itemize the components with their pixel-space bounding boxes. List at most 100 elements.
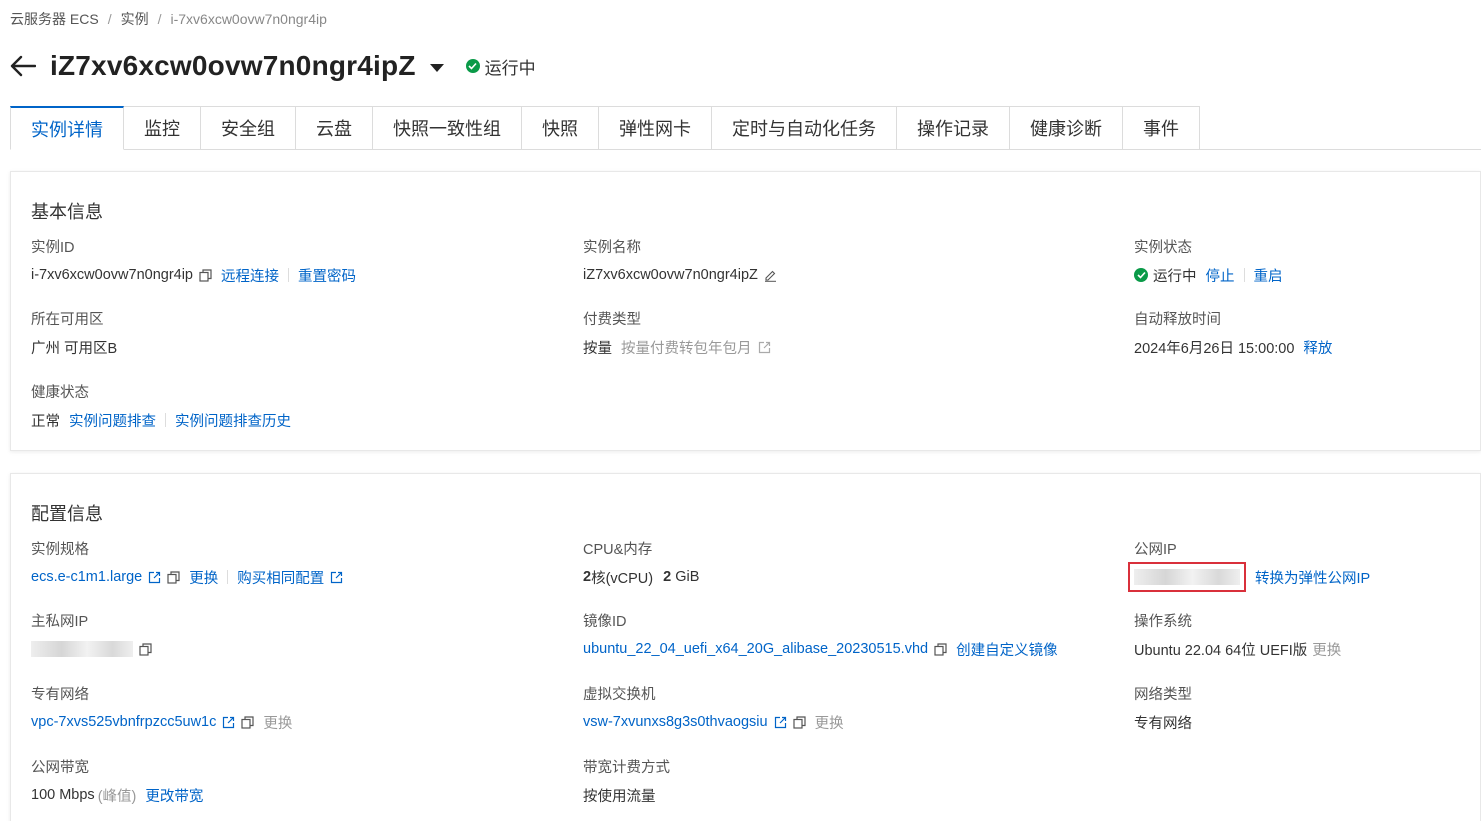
- spec-field: 实例规格 ecs.e-c1m1.large 更换 购买相同配置: [31, 541, 343, 587]
- change-os-link[interactable]: 更换: [1312, 639, 1341, 660]
- change-vswitch-link[interactable]: 更换: [815, 712, 844, 733]
- field-label: 操作系统: [1134, 614, 1192, 630]
- divider: [165, 413, 166, 427]
- bandwidth-value: 100 Mbps: [31, 787, 95, 803]
- field-label: 所在可用区: [31, 312, 104, 328]
- network-type-field: 网络类型 专有网络: [1134, 686, 1192, 732]
- instance-name-value: iZ7xv6xcw0ovw7n0ngr4ipZ: [583, 267, 758, 283]
- copy-icon[interactable]: [199, 268, 212, 282]
- billing-value: 按量: [583, 340, 612, 357]
- change-vpc-link[interactable]: 更换: [263, 712, 292, 733]
- buy-same-config-link[interactable]: 购买相同配置: [237, 567, 324, 588]
- status-text: 运行中: [484, 58, 536, 78]
- private-ip-field: 主私网IP: [31, 613, 152, 659]
- field-label: 带宽计费方式: [583, 760, 670, 776]
- breadcrumb-instances[interactable]: 实例: [121, 9, 149, 29]
- field-label: 公网IP: [1134, 542, 1177, 558]
- basic-info-title: 基本信息: [31, 202, 103, 222]
- field-label: 实例名称: [583, 240, 641, 256]
- external-link-icon[interactable]: [330, 571, 343, 584]
- field-label: 实例状态: [1134, 240, 1192, 256]
- vpc-link[interactable]: vpc-7xvs525vbnfrpzcc5uw1c: [31, 714, 216, 730]
- troubleshoot-history-link[interactable]: 实例问题排查历史: [175, 410, 291, 431]
- spec-value-link[interactable]: ecs.e-c1m1.large: [31, 569, 142, 585]
- memory-unit: GiB: [675, 569, 700, 585]
- instance-status-value: 运行中: [1153, 268, 1197, 285]
- image-id-link[interactable]: ubuntu_22_04_uefi_x64_20G_alibase_202305…: [583, 641, 928, 657]
- tab-instance-details[interactable]: 实例详情: [10, 106, 124, 150]
- breadcrumb-ecs[interactable]: 云服务器 ECS: [10, 9, 99, 29]
- tab-scheduled-tasks[interactable]: 定时与自动化任务: [712, 106, 897, 150]
- copy-icon[interactable]: [139, 642, 152, 656]
- vswitch-link[interactable]: vsw-7xvunxs8g3s0thvaogsiu: [583, 714, 768, 730]
- copy-icon[interactable]: [167, 570, 180, 584]
- convert-to-eip-link[interactable]: 转换为弹性公网IP: [1255, 567, 1370, 588]
- copy-icon[interactable]: [792, 715, 806, 729]
- zone-value: 广州 可用区B: [31, 340, 118, 357]
- tab-snapshot-consistency-group[interactable]: 快照一致性组: [373, 106, 522, 150]
- basic-info-panel: 基本信息 实例ID i-7xv6xcw0ovw7n0ngr4ip 远程连接 重置…: [10, 171, 1481, 451]
- field-label: 自动释放时间: [1134, 312, 1221, 328]
- field-label: 镜像ID: [583, 614, 627, 630]
- public-ip-redacted: [1134, 569, 1240, 585]
- troubleshoot-link[interactable]: 实例问题排查: [69, 410, 156, 431]
- tab-security-group[interactable]: 安全组: [201, 106, 296, 150]
- edit-icon[interactable]: [764, 269, 777, 282]
- cpu-unit: 核(vCPU): [591, 570, 654, 587]
- tab-monitoring[interactable]: 监控: [124, 106, 201, 150]
- change-bandwidth-link[interactable]: 更改带宽: [145, 785, 203, 806]
- copy-icon[interactable]: [241, 715, 254, 729]
- change-spec-link[interactable]: 更换: [189, 567, 218, 588]
- os-field: 操作系统 Ubuntu 22.04 64位 UEFI版 更换: [1134, 613, 1341, 659]
- check-circle-icon: [1134, 268, 1148, 282]
- external-link-icon[interactable]: [758, 341, 771, 354]
- divider: [288, 268, 289, 282]
- restart-link[interactable]: 重启: [1254, 265, 1283, 286]
- breadcrumb-separator: /: [157, 11, 162, 27]
- health-field: 健康状态 正常 实例问题排查 实例问题排查历史: [31, 384, 291, 430]
- external-link-icon[interactable]: [774, 716, 787, 729]
- tab-disks[interactable]: 云盘: [296, 106, 373, 150]
- tab-eni[interactable]: 弹性网卡: [599, 106, 712, 150]
- page-header: iZ7xv6xcw0ovw7n0ngr4ipZ 运行中: [10, 44, 536, 88]
- field-label: 实例ID: [31, 240, 75, 256]
- instance-status-field: 实例状态 运行中 停止 重启: [1134, 239, 1283, 285]
- cpu-memory-field: CPU&内存 2 核(vCPU) 2 GiB: [583, 541, 699, 587]
- external-link-icon[interactable]: [222, 716, 235, 729]
- breadcrumb: 云服务器 ECS / 实例 / i-7xv6xcw0ovw7n0ngr4ip: [10, 10, 327, 28]
- vswitch-field: 虚拟交换机 vsw-7xvunxs8g3s0thvaogsiu 更换: [583, 686, 844, 732]
- image-id-field: 镜像ID ubuntu_22_04_uefi_x64_20G_alibase_2…: [583, 613, 1058, 659]
- field-label: CPU&内存: [583, 542, 653, 558]
- config-info-panel: 配置信息 实例规格 ecs.e-c1m1.large 更换 购买相同配置 CPU…: [10, 473, 1481, 821]
- vpc-field: 专有网络 vpc-7xvs525vbnfrpzcc5uw1c 更换: [31, 686, 292, 732]
- external-link-icon[interactable]: [148, 571, 161, 584]
- field-label: 专有网络: [31, 687, 89, 703]
- release-link[interactable]: 释放: [1303, 337, 1332, 358]
- tab-events[interactable]: 事件: [1123, 106, 1200, 150]
- tab-snapshots[interactable]: 快照: [522, 106, 599, 150]
- memory-size: 2: [663, 569, 672, 585]
- caret-down-icon[interactable]: [429, 64, 444, 72]
- stop-link[interactable]: 停止: [1206, 265, 1235, 286]
- convert-billing-link[interactable]: 按量付费转包年包月: [621, 337, 752, 358]
- divider: [227, 570, 229, 584]
- tab-bar: 实例详情 监控 安全组 云盘 快照一致性组 快照 弹性网卡 定时与自动化任务 操…: [10, 106, 1200, 150]
- create-custom-image-link[interactable]: 创建自定义镜像: [956, 639, 1058, 660]
- reset-password-link[interactable]: 重置密码: [298, 265, 356, 286]
- public-ip-highlight: [1128, 562, 1246, 592]
- field-label: 健康状态: [31, 385, 89, 401]
- tab-operation-log[interactable]: 操作记录: [897, 106, 1010, 150]
- instance-id-value: i-7xv6xcw0ovw7n0ngr4ip: [31, 267, 193, 283]
- remote-connect-link[interactable]: 远程连接: [221, 265, 279, 286]
- copy-icon[interactable]: [934, 642, 947, 656]
- bandwidth-peak-note: (峰值): [97, 788, 137, 805]
- breadcrumb-separator: /: [107, 11, 112, 27]
- instance-id-field: 实例ID i-7xv6xcw0ovw7n0ngr4ip 远程连接 重置密码: [31, 239, 356, 285]
- health-value: 正常: [31, 413, 60, 430]
- field-label: 网络类型: [1134, 687, 1192, 703]
- billing-field: 付费类型 按量 按量付费转包年包月: [583, 311, 771, 357]
- page-title: iZ7xv6xcw0ovw7n0ngr4ipZ: [50, 50, 416, 81]
- back-arrow-icon[interactable]: [10, 52, 38, 80]
- private-ip-redacted: [31, 641, 133, 657]
- tab-health-diagnosis[interactable]: 健康诊断: [1010, 106, 1123, 150]
